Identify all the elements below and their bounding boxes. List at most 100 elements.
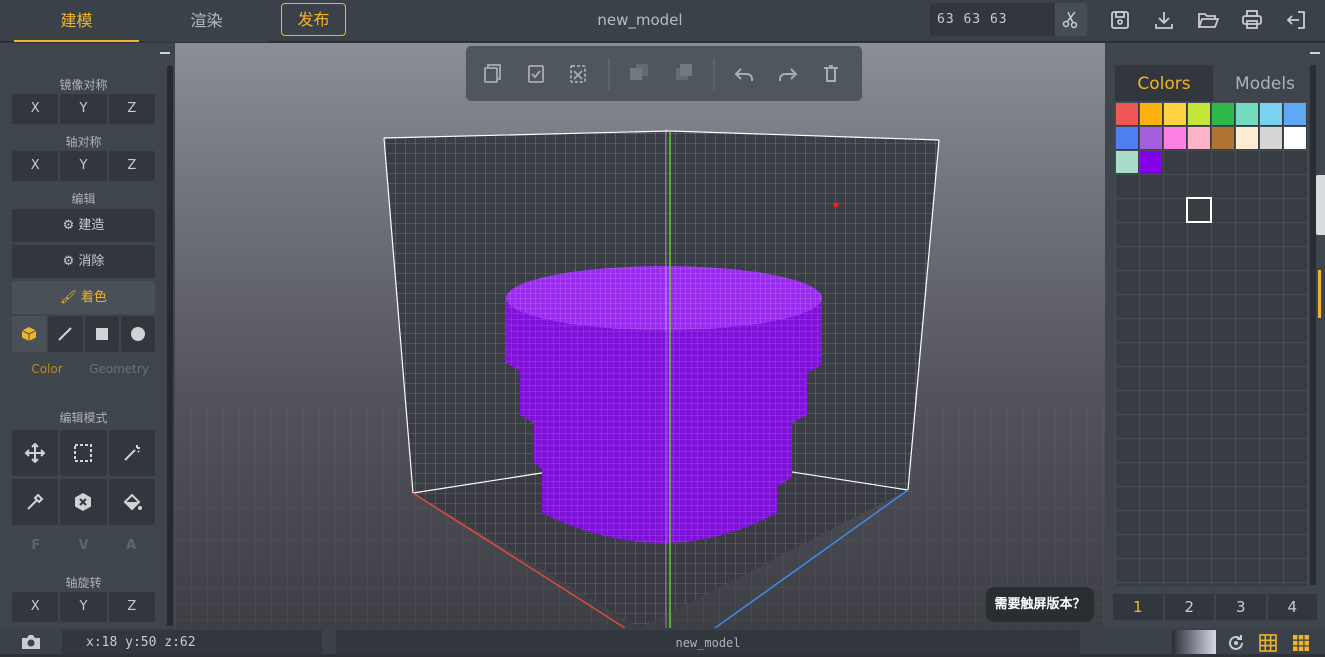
rect-tool[interactable]: [84, 316, 119, 352]
mirror-x-button[interactable]: X: [12, 94, 59, 124]
move-tool[interactable]: [12, 430, 59, 476]
color-swatch[interactable]: [1116, 103, 1138, 125]
page-4[interactable]: 4: [1267, 594, 1317, 620]
page-1[interactable]: 1: [1113, 594, 1163, 620]
erase-icon: ⚙: [62, 254, 79, 269]
background-gradient-button[interactable]: [1172, 630, 1216, 654]
tab-modeling[interactable]: 建模: [14, 0, 139, 42]
delete-tool[interactable]: [60, 479, 107, 525]
3d-viewport[interactable]: [175, 43, 1105, 628]
area-mode[interactable]: A: [107, 538, 155, 553]
square-icon: [95, 328, 108, 340]
color-swatch[interactable]: [1164, 127, 1186, 149]
build-button[interactable]: ⚙ 建造: [12, 209, 155, 242]
palette-pages: 1 2 3 4: [1113, 594, 1317, 620]
fva-row: F V A: [12, 538, 155, 553]
trash-icon[interactable]: [824, 65, 838, 82]
cube-icon: [21, 327, 37, 341]
side-slider-handle[interactable]: [1316, 175, 1325, 235]
color-swatch[interactable]: [1116, 151, 1138, 173]
page-2[interactable]: 2: [1164, 594, 1214, 620]
edit-mode-row-2: [12, 479, 155, 525]
line-tool[interactable]: [48, 316, 83, 352]
tab-models[interactable]: Models: [1216, 65, 1314, 101]
dashed-select-icon: [74, 444, 93, 462]
collapse-left-icon[interactable]: [160, 52, 170, 54]
rotate-view-icon[interactable]: [1226, 633, 1246, 653]
collapse-right-icon[interactable]: [1310, 52, 1320, 54]
magic-wand-icon: [124, 445, 140, 461]
undo-icon[interactable]: [734, 68, 753, 81]
left-scrollbar[interactable]: [167, 66, 173, 626]
erase-button[interactable]: ⚙ 消除: [12, 245, 155, 278]
select-tool[interactable]: [60, 430, 107, 476]
color-palette[interactable]: [1115, 102, 1308, 586]
tab-colors[interactable]: Colors: [1115, 65, 1213, 101]
clear-icon[interactable]: [570, 65, 586, 83]
merge-icon[interactable]: [676, 64, 692, 80]
fill-tool[interactable]: [108, 479, 155, 525]
axis-z-button[interactable]: Z: [108, 151, 155, 181]
download-icon[interactable]: [1152, 8, 1176, 32]
color-swatch[interactable]: [1116, 127, 1138, 149]
color-swatch[interactable]: [1236, 103, 1258, 125]
color-swatch[interactable]: [1212, 103, 1234, 125]
side-slider-track[interactable]: [1318, 270, 1321, 318]
color-swatch[interactable]: [1140, 103, 1162, 125]
geometry-subtab[interactable]: Geometry: [84, 362, 154, 382]
color-swatch[interactable]: [1260, 127, 1282, 149]
color-swatch[interactable]: [1140, 151, 1162, 173]
scissors-icon: [1062, 11, 1078, 29]
color-swatch[interactable]: [1260, 103, 1282, 125]
circle-tool[interactable]: [120, 316, 155, 352]
vertex-mode[interactable]: V: [60, 538, 108, 553]
color-swatch[interactable]: [1284, 103, 1306, 125]
folder-open-icon[interactable]: [1196, 8, 1220, 32]
mirror-y-button[interactable]: Y: [60, 94, 107, 124]
move-icon: [24, 442, 46, 464]
face-mode[interactable]: F: [12, 538, 60, 553]
paint-button[interactable]: 🖌 着色: [12, 281, 155, 314]
color-swatch[interactable]: [1236, 127, 1258, 149]
voxel-grid-icon[interactable]: [1291, 633, 1311, 653]
color-swatch[interactable]: [1140, 127, 1162, 149]
grid-toggle-icon[interactable]: [1258, 633, 1278, 653]
color-subtab[interactable]: Color: [12, 362, 82, 382]
duplicate-icon[interactable]: [630, 64, 648, 80]
edit-mode-title: 编辑模式: [59, 411, 108, 425]
cube-tool[interactable]: [12, 316, 47, 352]
dimensions-input[interactable]: 63 63 63: [930, 3, 1055, 36]
rotate-z-button[interactable]: Z: [108, 592, 155, 622]
edit-title: 编辑: [71, 192, 96, 206]
voxel-scene[interactable]: [175, 43, 1105, 628]
publish-button[interactable]: 发布: [281, 3, 346, 36]
camera-icon[interactable]: [20, 633, 42, 651]
magic-wand-tool[interactable]: [108, 430, 155, 476]
right-scrollbar[interactable]: [1310, 65, 1316, 585]
axis-symmetry-title: 轴对称: [65, 135, 102, 149]
voxel-model[interactable]: [506, 266, 822, 543]
tab-render[interactable]: 渲染: [144, 0, 269, 42]
rotate-y-button[interactable]: Y: [60, 592, 107, 622]
resize-button[interactable]: [1055, 3, 1087, 36]
axis-x-button[interactable]: X: [12, 151, 59, 181]
copy-icon[interactable]: [484, 64, 501, 83]
paste-check-icon[interactable]: [528, 65, 544, 83]
color-swatch[interactable]: [1212, 127, 1234, 149]
exit-icon[interactable]: [1284, 8, 1308, 32]
axis-y-button[interactable]: Y: [60, 151, 107, 181]
color-swatch[interactable]: [1164, 103, 1186, 125]
print-icon[interactable]: [1240, 8, 1264, 32]
save-icon[interactable]: [1108, 8, 1132, 32]
cursor-coordinates: x:18 y:50 z:62: [62, 630, 322, 654]
touch-version-toast[interactable]: 需要触屏版本？: [986, 587, 1094, 622]
color-swatch[interactable]: [1188, 103, 1210, 125]
eyedropper-tool[interactable]: [12, 479, 59, 525]
model-title: new_model: [597, 11, 683, 29]
rotate-x-button[interactable]: X: [12, 592, 59, 622]
mirror-z-button[interactable]: Z: [108, 94, 155, 124]
color-swatch[interactable]: [1284, 127, 1306, 149]
page-3[interactable]: 3: [1216, 594, 1266, 620]
redo-icon[interactable]: [779, 68, 798, 81]
color-swatch[interactable]: [1188, 127, 1210, 149]
